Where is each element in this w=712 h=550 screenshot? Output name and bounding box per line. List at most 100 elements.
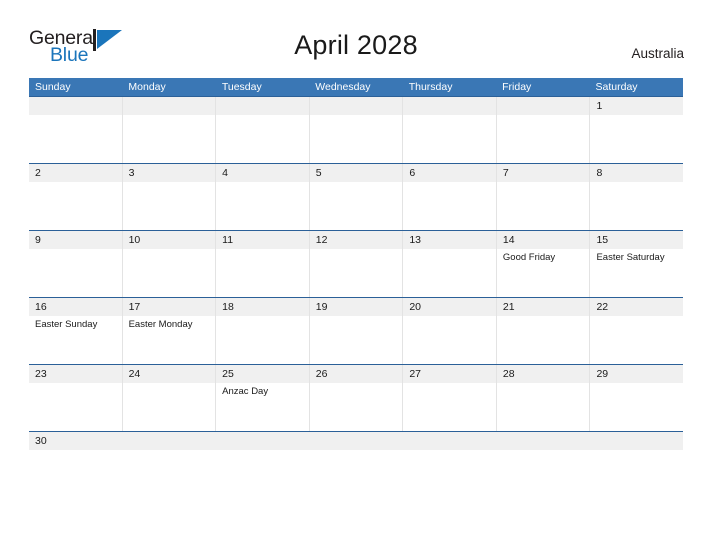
day-number: 28 xyxy=(502,368,515,380)
day-cell[interactable] xyxy=(496,432,589,461)
day-cell[interactable]: 10 xyxy=(123,231,217,297)
day-cell[interactable]: 11 xyxy=(216,231,310,297)
day-event xyxy=(123,249,216,252)
day-cell[interactable] xyxy=(309,432,402,461)
day-cell[interactable]: 15 Easter Saturday xyxy=(590,231,683,297)
day-cell[interactable]: 4 xyxy=(216,164,310,230)
calendar-page: General Blue April 2028 Australia Sunday… xyxy=(0,0,712,550)
day-cell[interactable]: 12 xyxy=(310,231,404,297)
day-cell[interactable]: 22 xyxy=(590,298,683,364)
week-row: 16 Easter Sunday 17 Easter Monday 18 19 20… xyxy=(29,297,683,364)
day-number: 24 xyxy=(128,368,141,380)
day-cell[interactable] xyxy=(403,97,497,163)
day-event xyxy=(29,383,122,386)
day-cell[interactable]: 19 xyxy=(310,298,404,364)
day-event xyxy=(310,182,403,185)
day-cell[interactable]: 23 xyxy=(29,365,123,431)
day-cell[interactable] xyxy=(122,432,215,461)
day-number: 13 xyxy=(409,234,421,246)
day-number: 3 xyxy=(128,167,135,179)
day-cell[interactable] xyxy=(123,97,217,163)
day-cell[interactable]: 9 xyxy=(29,231,123,297)
day-cell[interactable]: 13 xyxy=(403,231,497,297)
day-cell[interactable] xyxy=(216,97,310,163)
day-number: 9 xyxy=(35,234,41,246)
day-number: 20 xyxy=(409,301,421,313)
day-number: 15 xyxy=(596,234,609,246)
day-event: Good Friday xyxy=(502,252,556,263)
day-cell[interactable]: 28 xyxy=(497,365,591,431)
day-cell[interactable]: 3 xyxy=(123,164,217,230)
day-number: 10 xyxy=(128,234,141,246)
day-event xyxy=(496,450,589,453)
day-cell[interactable]: 8 xyxy=(590,164,683,230)
day-event xyxy=(123,182,216,185)
day-event xyxy=(123,383,216,386)
calendar-grid: Sunday Monday Tuesday Wednesday Thursday… xyxy=(29,78,683,461)
day-event xyxy=(310,249,403,252)
day-number: 7 xyxy=(502,167,509,179)
day-cell[interactable] xyxy=(310,97,404,163)
day-number: 22 xyxy=(596,301,609,313)
day-event xyxy=(310,383,403,386)
day-event xyxy=(590,383,683,386)
week-row: 2 3 4 5 6 7 8 xyxy=(29,163,683,230)
day-event xyxy=(216,182,309,185)
day-event xyxy=(403,182,496,185)
day-event xyxy=(122,450,215,453)
day-cell[interactable]: 2 xyxy=(29,164,123,230)
day-cell[interactable]: 18 xyxy=(216,298,310,364)
week-row: 9 10 11 12 13 14 Good Friday 15 Easter Sat… xyxy=(29,230,683,297)
day-cell[interactable]: 5 xyxy=(310,164,404,230)
weekday-header-saturday: Saturday xyxy=(595,81,638,93)
day-event xyxy=(590,450,683,453)
page-header: General Blue April 2028 Australia xyxy=(0,0,712,76)
day-cell[interactable]: 17 Easter Monday xyxy=(123,298,217,364)
day-event xyxy=(403,316,496,319)
day-number: 29 xyxy=(596,368,609,380)
day-event xyxy=(497,383,590,386)
day-number xyxy=(216,97,309,115)
day-event xyxy=(403,450,496,453)
page-title: April 2028 xyxy=(294,30,418,60)
day-event xyxy=(216,450,309,453)
day-cell[interactable]: 27 xyxy=(403,365,497,431)
day-event xyxy=(403,249,496,252)
day-number: 23 xyxy=(35,368,47,380)
day-cell[interactable]: 20 xyxy=(403,298,497,364)
day-cell[interactable]: 6 xyxy=(403,164,497,230)
weekday-header-row: Sunday Monday Tuesday Wednesday Thursday… xyxy=(29,78,683,96)
day-event xyxy=(123,115,216,118)
day-cell[interactable]: 16 Easter Sunday xyxy=(29,298,123,364)
day-number: 18 xyxy=(222,301,234,313)
day-number xyxy=(590,432,683,450)
weekday-header-sunday: Sunday xyxy=(35,81,71,93)
day-cell[interactable]: 29 xyxy=(590,365,683,431)
day-cell[interactable]: 14 Good Friday xyxy=(497,231,591,297)
day-cell[interactable]: 25 Anzac Day xyxy=(216,365,310,431)
day-cell[interactable]: 21 xyxy=(497,298,591,364)
day-cell[interactable] xyxy=(590,432,683,461)
day-cell[interactable]: 24 xyxy=(123,365,217,431)
day-cell[interactable]: 30 xyxy=(29,432,122,461)
day-number: 30 xyxy=(35,435,47,447)
day-event xyxy=(29,249,122,252)
day-number xyxy=(403,97,496,115)
day-number: 26 xyxy=(315,368,328,380)
day-cell[interactable]: 1 xyxy=(590,97,683,163)
day-cell[interactable] xyxy=(497,97,591,163)
weekday-header-tuesday: Tuesday xyxy=(221,81,262,93)
day-number xyxy=(216,432,309,450)
day-cell[interactable] xyxy=(403,432,496,461)
weekday-header-friday: Friday xyxy=(502,81,532,93)
day-number xyxy=(123,97,216,115)
day-cell[interactable]: 26 xyxy=(310,365,404,431)
day-event xyxy=(29,450,122,453)
weekday-header-monday: Monday xyxy=(128,81,166,93)
day-cell[interactable]: 7 xyxy=(497,164,591,230)
day-cell[interactable] xyxy=(216,432,309,461)
day-cell[interactable] xyxy=(29,97,123,163)
day-number: 21 xyxy=(502,301,515,313)
day-number: 19 xyxy=(315,301,328,313)
day-event xyxy=(590,115,683,118)
